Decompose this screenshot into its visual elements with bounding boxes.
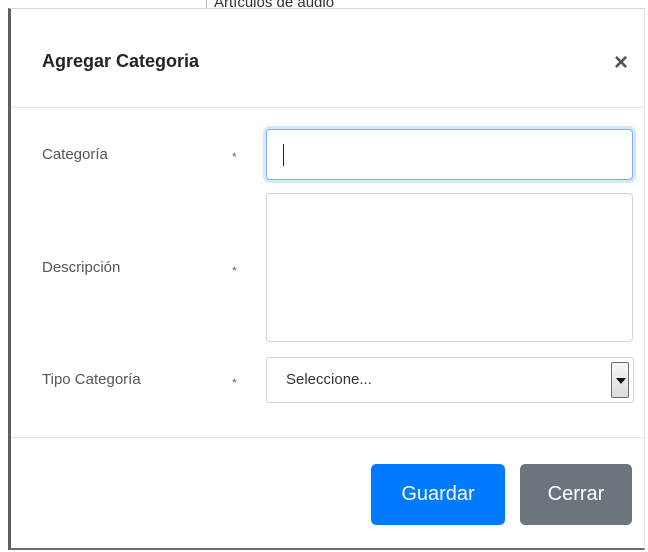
- modal-title: Agregar Categoria: [42, 51, 200, 71]
- tipo-categoria-required-mark: *: [232, 376, 237, 390]
- chevron-down-icon[interactable]: [611, 362, 629, 398]
- close-button[interactable]: Cerrar: [520, 464, 632, 525]
- modal-header: Agregar Categoria ×: [11, 9, 644, 108]
- tipo-categoria-select[interactable]: Seleccione...: [266, 357, 634, 403]
- add-category-modal: Agregar Categoria × Categoría * Descripc…: [8, 8, 645, 550]
- modal-footer-divider: [11, 437, 644, 438]
- save-button[interactable]: Guardar: [371, 464, 505, 525]
- text-caret: [283, 144, 284, 166]
- tipo-categoria-label: Tipo Categoría: [42, 371, 141, 388]
- descripcion-label: Descripción: [42, 259, 121, 276]
- close-icon[interactable]: ×: [611, 51, 631, 75]
- descripcion-required-mark: *: [232, 264, 237, 278]
- categoria-input[interactable]: [266, 129, 633, 180]
- categoria-required-mark: *: [232, 150, 237, 164]
- categoria-label: Categoría: [42, 146, 108, 163]
- select-value: Seleccione...: [286, 371, 372, 388]
- descripcion-textarea[interactable]: [266, 193, 633, 342]
